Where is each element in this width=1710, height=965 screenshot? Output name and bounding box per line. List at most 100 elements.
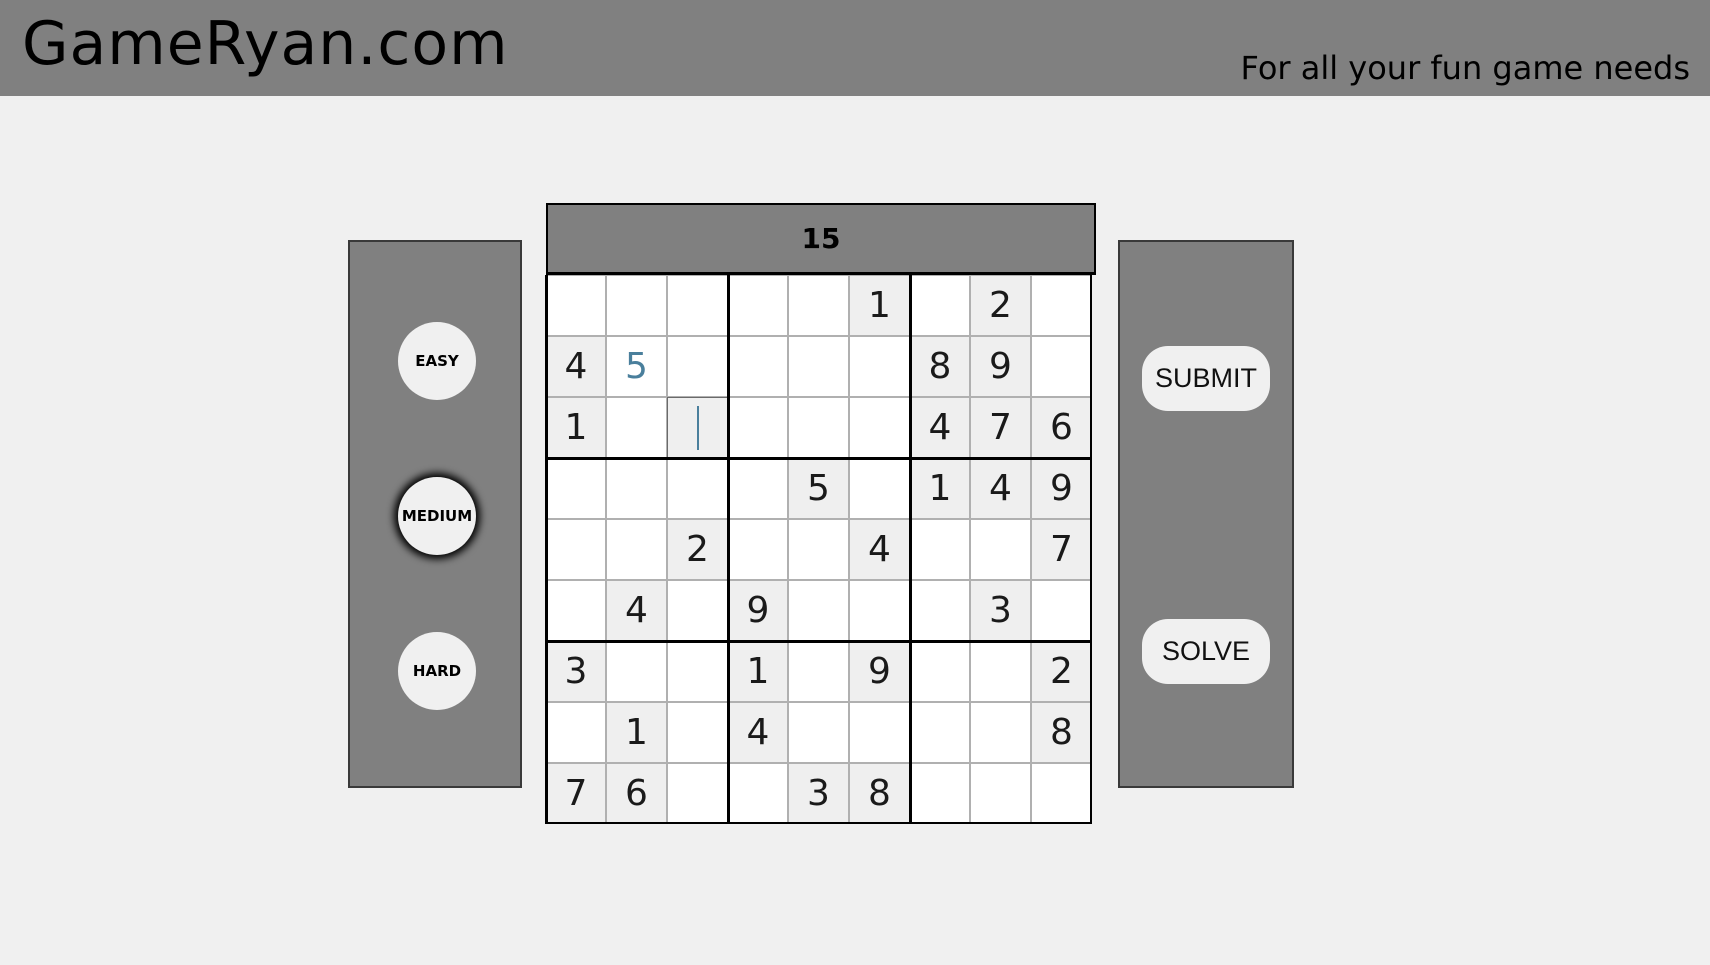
difficulty-panel: EASY MEDIUM HARD <box>348 240 522 788</box>
sudoku-cell: 1 <box>546 397 606 458</box>
sudoku-cell: 2 <box>970 275 1031 336</box>
sudoku-cell[interactable] <box>788 397 849 458</box>
text-cursor <box>696 405 699 450</box>
solve-button[interactable]: SOLVE <box>1142 619 1270 684</box>
sudoku-cell[interactable] <box>1031 336 1092 397</box>
site-title[interactable]: GameRyan.com <box>22 14 509 74</box>
sudoku-cell[interactable] <box>849 397 910 458</box>
sudoku-cell: 9 <box>1031 458 1092 519</box>
sudoku-cell: 3 <box>546 641 606 702</box>
sudoku-cell[interactable] <box>546 458 606 519</box>
sudoku-cell: 1 <box>606 702 667 763</box>
actions-panel: SUBMIT SOLVE <box>1118 240 1294 788</box>
sudoku-cell[interactable] <box>970 641 1031 702</box>
sudoku-cell[interactable] <box>910 641 970 702</box>
sudoku-cell[interactable] <box>1031 580 1092 641</box>
sudoku-cell[interactable] <box>606 397 667 458</box>
sudoku-cell[interactable] <box>910 519 970 580</box>
sudoku-cell[interactable] <box>910 702 970 763</box>
sudoku-cell: 3 <box>788 763 849 824</box>
box-divider <box>727 275 730 824</box>
sudoku-cell[interactable] <box>606 275 667 336</box>
sudoku-cell: 9 <box>849 641 910 702</box>
sudoku-cell[interactable] <box>788 275 849 336</box>
site-header: GameRyan.com For all your fun game needs <box>0 0 1710 96</box>
sudoku-cell: 4 <box>910 397 970 458</box>
sudoku-cell: 4 <box>546 336 606 397</box>
sudoku-cell[interactable] <box>546 275 606 336</box>
sudoku-cell: 8 <box>849 763 910 824</box>
box-divider <box>546 640 1092 643</box>
sudoku-cell[interactable] <box>667 458 728 519</box>
sudoku-cell[interactable]: 5 <box>606 336 667 397</box>
medium-button[interactable]: MEDIUM <box>398 477 476 555</box>
easy-button[interactable]: EASY <box>398 322 476 400</box>
sudoku-cell[interactable] <box>788 641 849 702</box>
box-divider <box>545 275 548 824</box>
site-tagline: For all your fun game needs <box>1240 49 1690 87</box>
sudoku-cell[interactable] <box>667 336 728 397</box>
sudoku-cell[interactable] <box>606 641 667 702</box>
sudoku-cell: 8 <box>910 336 970 397</box>
sudoku-cell: 9 <box>970 336 1031 397</box>
sudoku-cell[interactable] <box>667 397 728 458</box>
box-divider <box>546 822 1092 824</box>
sudoku-cell[interactable] <box>970 519 1031 580</box>
sudoku-cell[interactable] <box>667 702 728 763</box>
sudoku-cell: 8 <box>1031 702 1092 763</box>
sudoku-cell[interactable] <box>849 702 910 763</box>
submit-button[interactable]: SUBMIT <box>1142 346 1270 411</box>
sudoku-cell[interactable] <box>667 763 728 824</box>
sudoku-cell[interactable] <box>667 275 728 336</box>
sudoku-cell[interactable] <box>910 580 970 641</box>
sudoku-cell[interactable] <box>546 580 606 641</box>
sudoku-cell: 4 <box>606 580 667 641</box>
sudoku-cell[interactable] <box>667 580 728 641</box>
sudoku-cell[interactable] <box>849 336 910 397</box>
sudoku-cell[interactable] <box>728 519 788 580</box>
box-divider <box>1090 275 1092 824</box>
sudoku-board: 15 1245891476514924749331921487638 <box>545 203 1096 826</box>
box-divider <box>909 275 912 824</box>
sudoku-cell[interactable] <box>728 397 788 458</box>
box-divider <box>546 457 1092 460</box>
sudoku-cell: 1 <box>728 641 788 702</box>
sudoku-cell[interactable] <box>667 641 728 702</box>
sudoku-cell[interactable] <box>788 336 849 397</box>
sudoku-cell[interactable] <box>1031 763 1092 824</box>
sudoku-cell: 1 <box>910 458 970 519</box>
sudoku-cell: 4 <box>728 702 788 763</box>
sudoku-cell: 9 <box>728 580 788 641</box>
sudoku-cell[interactable] <box>970 763 1031 824</box>
sudoku-cell[interactable] <box>728 458 788 519</box>
sudoku-cell[interactable] <box>788 702 849 763</box>
sudoku-cell[interactable] <box>849 580 910 641</box>
sudoku-cell[interactable] <box>910 763 970 824</box>
sudoku-cell: 6 <box>1031 397 1092 458</box>
sudoku-cell: 1 <box>849 275 910 336</box>
sudoku-cell[interactable] <box>1031 275 1092 336</box>
sudoku-cell[interactable] <box>788 580 849 641</box>
timer-display: 15 <box>546 203 1096 275</box>
sudoku-cell: 5 <box>788 458 849 519</box>
sudoku-cell[interactable] <box>910 275 970 336</box>
sudoku-cell[interactable] <box>728 336 788 397</box>
sudoku-cell[interactable] <box>849 458 910 519</box>
sudoku-cell[interactable] <box>728 275 788 336</box>
sudoku-grid: 1245891476514924749331921487638 <box>545 275 1092 824</box>
sudoku-cell: 2 <box>1031 641 1092 702</box>
sudoku-cell: 2 <box>667 519 728 580</box>
sudoku-cell[interactable] <box>546 519 606 580</box>
sudoku-cell[interactable] <box>970 702 1031 763</box>
sudoku-cell: 7 <box>546 763 606 824</box>
sudoku-cell[interactable] <box>606 519 667 580</box>
hard-button[interactable]: HARD <box>398 632 476 710</box>
sudoku-cell[interactable] <box>788 519 849 580</box>
sudoku-cell: 6 <box>606 763 667 824</box>
sudoku-cell: 3 <box>970 580 1031 641</box>
sudoku-cell[interactable] <box>606 458 667 519</box>
sudoku-cell: 7 <box>970 397 1031 458</box>
sudoku-cell: 4 <box>970 458 1031 519</box>
sudoku-cell[interactable] <box>728 763 788 824</box>
sudoku-cell[interactable] <box>546 702 606 763</box>
